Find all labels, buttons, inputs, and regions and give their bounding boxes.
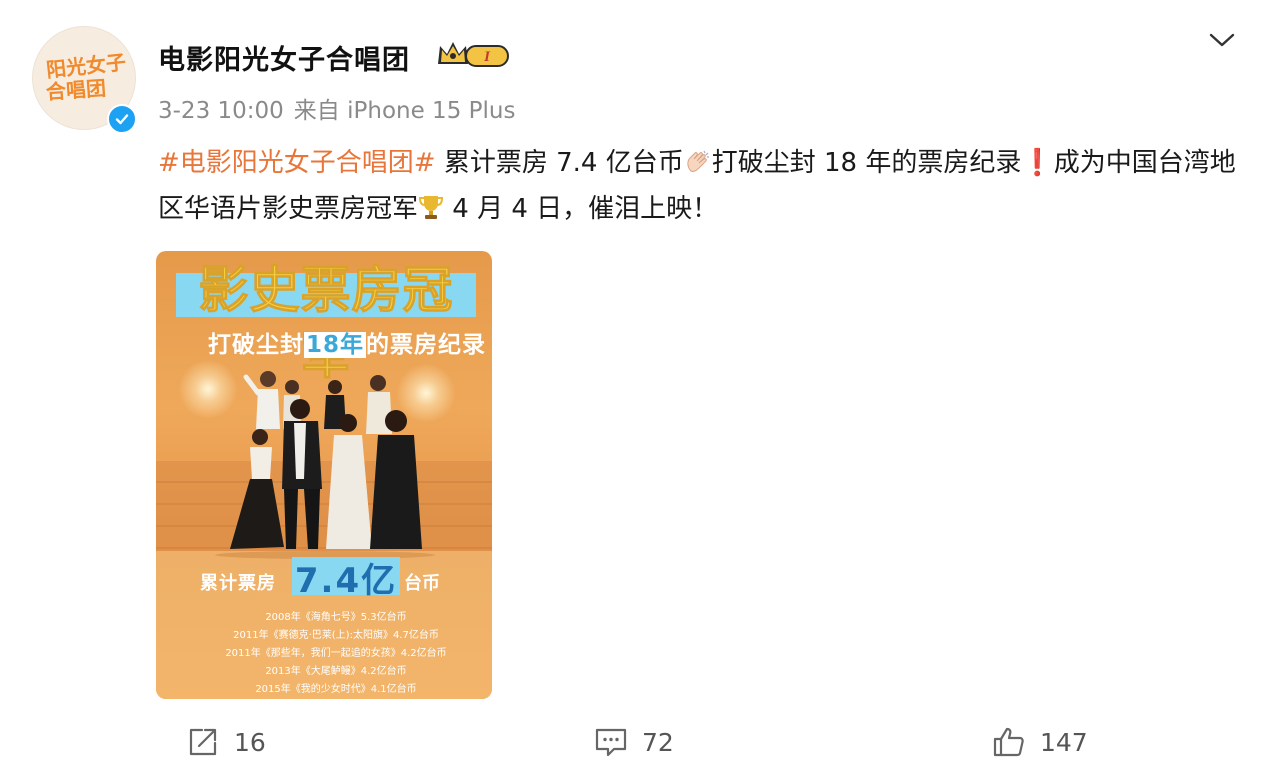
post-source: 来自 iPhone 15 Plus: [293, 98, 516, 124]
poster-subtitle-year: 18年: [304, 332, 367, 358]
post-body: #电影阳光女子合唱团# 累计票房 7.4 亿台币 打破尘封 18 年的票房纪录❗成…: [158, 140, 1238, 232]
comment-icon: [595, 728, 627, 757]
poster-record-item: 2011年《赛德克·巴莱(上):太阳旗》4.7亿台币: [233, 630, 439, 641]
share-button[interactable]: 16: [186, 722, 266, 762]
poster-boxoffice-highlight: 7.4亿: [292, 557, 400, 601]
like-button[interactable]: 147: [992, 722, 1088, 762]
member-badge-icon[interactable]: I: [436, 38, 512, 72]
comment-button[interactable]: 72: [594, 722, 674, 762]
share-count: 16: [234, 727, 266, 757]
poster-boxoffice-label: 累计票房: [200, 573, 276, 594]
comment-count: 72: [642, 727, 674, 757]
verified-icon: [107, 104, 137, 134]
author-name[interactable]: 电影阳光女子合唱团: [158, 38, 410, 77]
poster-subtitle: 打破尘封18年的票房纪录: [208, 325, 486, 359]
post-text-part2: 打破尘封 18 年的票房纪录: [711, 148, 1022, 178]
exclamation-mark-icon: ❗: [1021, 148, 1054, 178]
poster-record-list: 2008年《海角七号》5.3亿台币 2011年《赛德克·巴莱(上):太阳旗》4.…: [216, 609, 456, 699]
poster-boxoffice-value: 7.4亿: [294, 561, 398, 601]
poster-record-item: 2011年《那些年，我们一起追的女孩》4.2亿台币: [225, 648, 447, 659]
poster-record-item: 2008年《海角七号》5.3亿台币: [265, 612, 407, 623]
thumbs-up-icon: [993, 727, 1024, 757]
avatar-text-line2: 合唱团: [45, 75, 107, 105]
poster-cast-photo: [215, 371, 435, 559]
badge-level: I: [483, 49, 491, 65]
post-text-part4: 4 月 4 日，催泪上映！: [444, 194, 719, 224]
trophy-icon: [418, 190, 444, 219]
poster-record-item: 2013年《大尾鲈鳗》4.2亿台币: [265, 666, 407, 677]
clapping-hands-icon: [684, 144, 712, 172]
share-icon: [189, 728, 217, 756]
poster-subtitle-pre: 打破尘封: [208, 332, 304, 358]
poster-boxoffice-unit: 台币: [404, 573, 440, 594]
chevron-down-icon[interactable]: [1208, 28, 1236, 52]
post-image-poster[interactable]: 影史票房冠军 打破尘封18年的票房纪录 累计票房 7.4亿 台币 2008年《海…: [156, 251, 492, 699]
post-time: 3-23 10:00: [158, 98, 284, 124]
post-meta: 3-23 10:00 来自 iPhone 15 Plus: [158, 91, 525, 125]
poster-record-item: 2015年《我的少女时代》4.1亿台币: [255, 684, 417, 695]
like-count: 147: [1040, 727, 1088, 757]
post-text-part1: 累计票房 7.4 亿台币: [435, 148, 684, 178]
hashtag-link[interactable]: #电影阳光女子合唱团#: [158, 148, 436, 178]
poster-subtitle-post: 的票房纪录: [366, 332, 487, 358]
